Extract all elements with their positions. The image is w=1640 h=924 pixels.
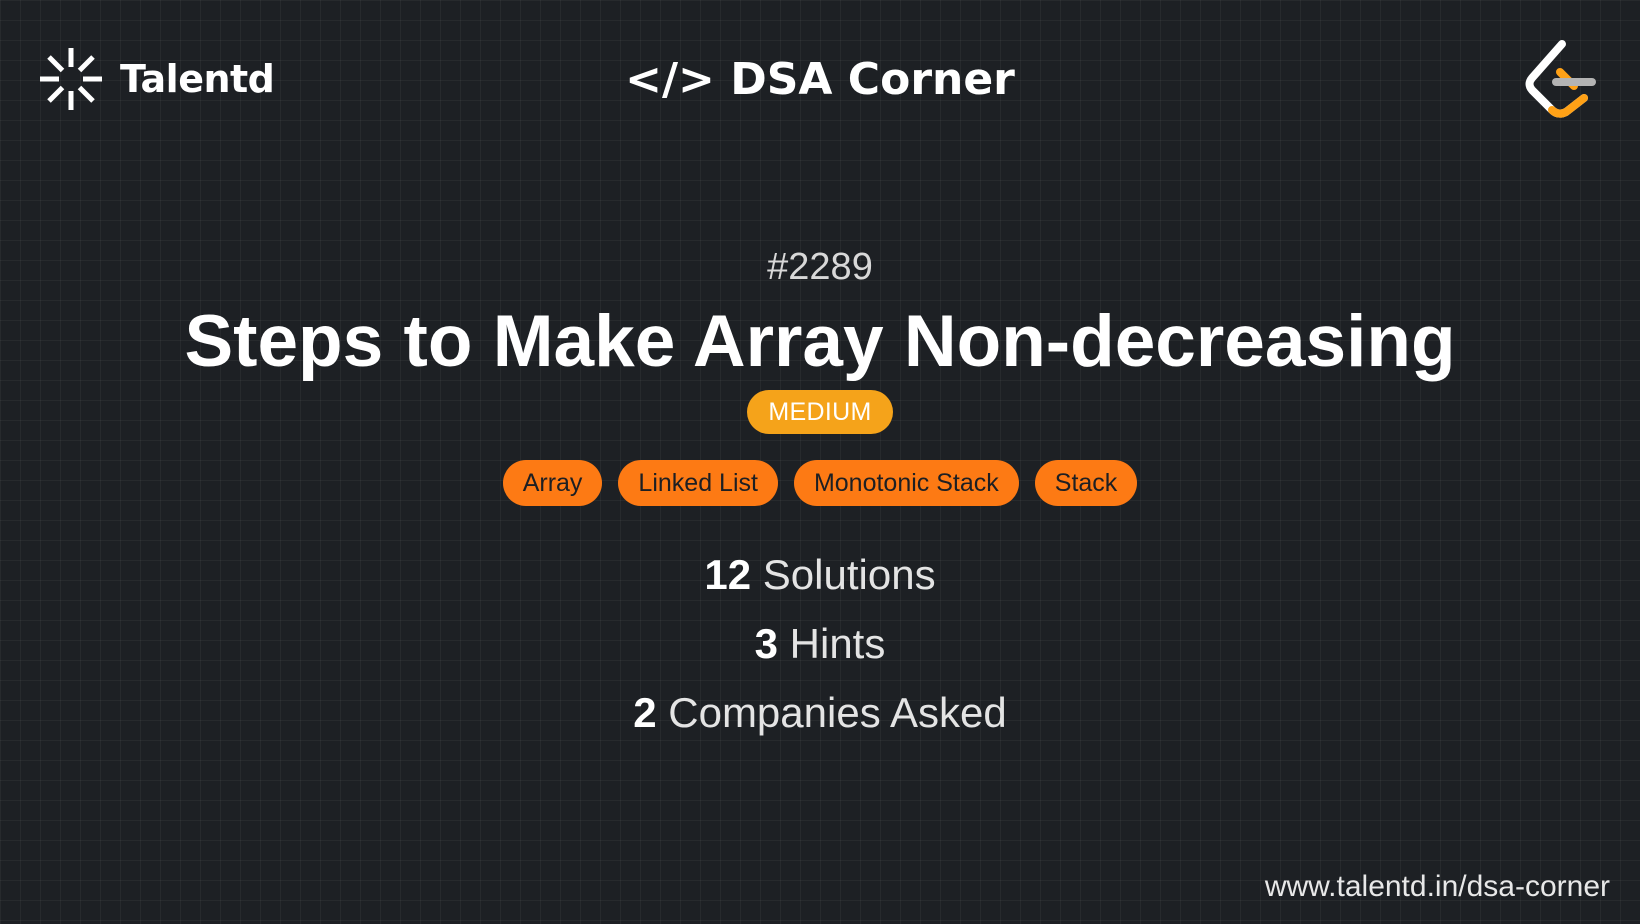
tag-list: Array Linked List Monotonic Stack Stack — [0, 460, 1640, 506]
stats: 12 Solutions 3 Hints 2 Companies Asked — [0, 540, 1640, 747]
solutions-count: 12 — [704, 551, 752, 598]
footer-url[interactable]: www.talentd.in/dsa-corner — [1265, 870, 1610, 904]
hints-count: 3 — [754, 620, 778, 667]
stat-hints: 3 Hints — [0, 609, 1640, 678]
tag-monotonic-stack[interactable]: Monotonic Stack — [793, 460, 1019, 506]
stat-solutions: 12 Solutions — [0, 540, 1640, 609]
section-title: </> DSA Corner — [625, 54, 1015, 105]
problem-title[interactable]: Steps to Make Array Non-decreasing — [0, 294, 1640, 390]
problem-number: #2289 — [767, 246, 873, 288]
leetcode-logo-icon[interactable] — [1522, 38, 1596, 120]
difficulty-badge: MEDIUM — [747, 390, 893, 434]
problem-card: #2289 Steps to Make Array Non-decreasing… — [0, 240, 1640, 747]
solutions-label: Solutions — [762, 551, 936, 598]
tag-stack[interactable]: Stack — [1034, 460, 1138, 506]
header: Talentd </> DSA Corner — [0, 0, 1640, 160]
difficulty-row: MEDIUM — [0, 390, 1640, 438]
tag-linked-list[interactable]: Linked List — [618, 460, 778, 506]
tag-array[interactable]: Array — [502, 460, 603, 506]
hints-label: Hints — [789, 620, 886, 667]
companies-label: Companies Asked — [668, 689, 1007, 736]
stat-companies: 2 Companies Asked — [0, 678, 1640, 747]
companies-count: 2 — [633, 689, 657, 736]
